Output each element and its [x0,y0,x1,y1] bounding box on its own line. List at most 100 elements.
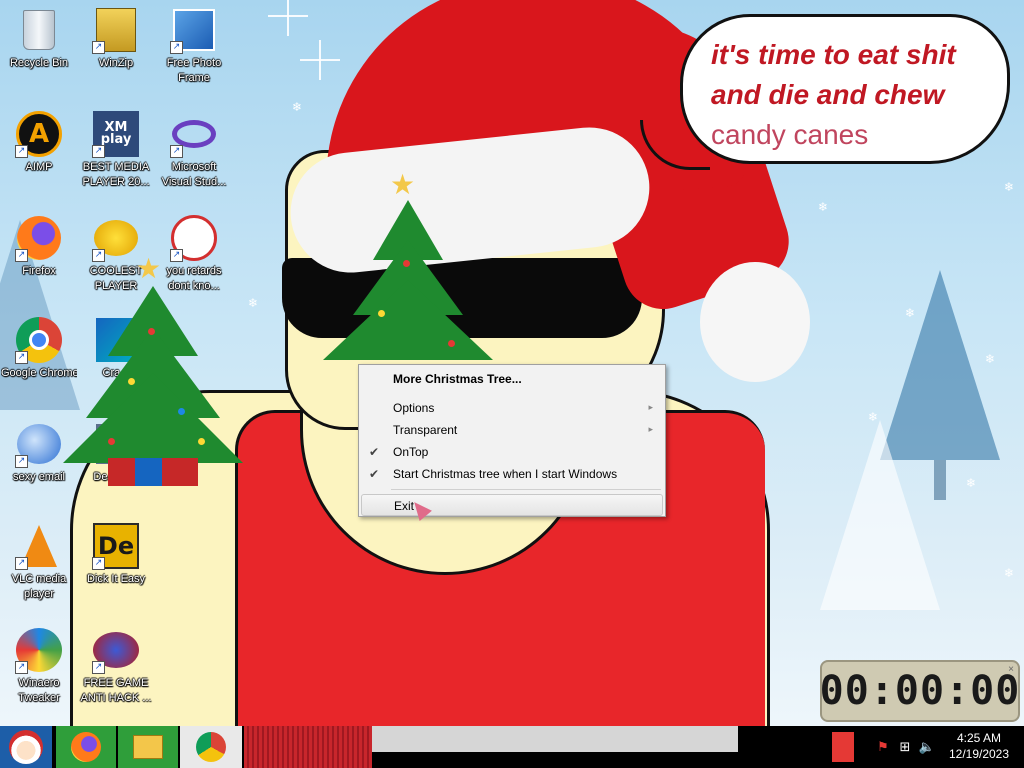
menu-item-label: Options [393,401,435,415]
menu-item-transparent[interactable]: Transparent ▸ [361,419,663,441]
christmas-tree-large[interactable]: ★ [58,252,248,488]
tray-red-indicator [832,732,854,762]
email-icon: ↗ [15,420,63,468]
desktop-icon-label: Dick It Easy [86,573,146,585]
start-button[interactable] [0,726,52,768]
desktop-icon-dick-it-easy[interactable]: De ↗ Dick It Easy [78,522,154,587]
snowflake-icon: ❄ [985,352,996,366]
firefox-icon: ↗ [15,214,63,262]
ornament [378,310,385,317]
tree-layer [323,280,493,360]
santa-start-icon [9,730,43,764]
desktop-icon-label: Recycle Bin [9,57,69,69]
desktop-icon-label: WinZip [98,57,134,69]
ornament [148,328,155,335]
shortcut-arrow-icon: ↗ [92,661,105,674]
winaero-icon: ↗ [15,626,63,674]
snowflake-icon: ❄ [1004,180,1015,194]
background-tree-trunk [934,460,946,500]
shortcut-arrow-icon: ↗ [92,41,105,54]
taskbar-running-app[interactable] [244,726,372,768]
desktop-icon-free-photo-frame[interactable]: ↗ Free Photo Frame [156,6,232,86]
de-icon: De ↗ [92,522,140,570]
shortcut-arrow-icon: ↗ [15,249,28,262]
spider-icon: ↗ [170,214,218,262]
menu-item-start-with-windows[interactable]: ✔ Start Christmas tree when I start Wind… [361,463,663,485]
desktop-icon-recycle-bin[interactable]: Recycle Bin [1,6,77,71]
snowflake-icon: ❄ [292,100,303,114]
volume-icon[interactable]: 🔈 [916,736,938,758]
sparkle-icon [268,0,308,36]
shortcut-arrow-icon: ↗ [15,661,28,674]
taskbar-clock[interactable]: 4:25 AM 12/19/2023 [940,730,1018,762]
desktop-icon-label: Free Photo Frame [166,57,222,84]
desktop-icon-label: FREE GAME ANTI HACK ... [80,677,152,704]
desktop-icon-winzip[interactable]: ↗ WinZip [78,6,154,71]
taskbar-empty-area [372,726,738,752]
menu-item-label: More Christmas Tree... [393,372,522,386]
taskbar-firefox[interactable] [56,726,116,768]
shortcut-arrow-icon: ↗ [170,41,183,54]
speech-line-2: and die and chew [711,79,945,110]
desktop[interactable]: ❄ ❄ ❄ ❄ ❄ ❄ ❄ ❄ ❄ ❄ ❄ ❄ ❄ ❄ ❄ ❄ ❄ ❄ ❄ it… [0,0,1024,726]
desktop-icon-aimp[interactable]: A ↗ AIMP [1,110,77,175]
checkmark-icon: ✔ [369,467,380,481]
menu-item-more-christmas-tree[interactable]: More Christmas Tree... [361,367,663,391]
winzip-icon: ↗ [92,6,140,54]
checkmark-icon: ✔ [369,445,380,459]
countdown-time: 00:00:00 [819,668,1021,714]
visual-studio-icon: ↗ [170,110,218,158]
menu-item-label: Start Christmas tree when I start Window… [393,467,618,481]
snowflake-icon: ❄ [248,296,259,310]
red-flag-icon[interactable]: ⚑ [872,736,894,758]
aimp-icon: A ↗ [15,110,63,158]
shortcut-arrow-icon: ↗ [15,145,28,158]
taskbar-chrome[interactable] [180,726,242,768]
snowflake-icon: ❄ [1004,566,1015,580]
chrome-icon: ↗ [15,316,63,364]
file-explorer-icon [133,735,163,759]
shortcut-arrow-icon: ↗ [15,351,28,364]
tree-context-menu: More Christmas Tree... Options ▸ Transpa… [358,364,666,517]
desktop-icon-label: VLC media player [11,573,67,600]
snowflake-icon: ❄ [966,476,977,490]
speech-line-3: candy canes [711,119,869,150]
shortcut-arrow-icon: ↗ [170,145,183,158]
taskbar: ⚑ ⊞ 🔈 4:25 AM 12/19/2023 [0,726,1024,768]
recycle-bin-icon [15,6,63,54]
menu-item-ontop[interactable]: ✔ OnTop [361,441,663,463]
coolest-player-icon: ↗ [92,214,140,262]
desktop-icon-label: BEST MEDIA PLAYER 20... [82,161,150,188]
snowflake-icon: ❄ [818,200,829,214]
taskbar-file-explorer[interactable] [118,726,178,768]
shortcut-arrow-icon: ↗ [15,557,28,570]
star-icon: ★ [136,252,162,285]
countdown-widget[interactable]: 00:00:00 × [820,660,1020,722]
speech-bubble: it's time to eat shit and die and chew c… [680,14,1010,164]
christmas-tree-small[interactable]: ★ [318,168,498,370]
santa-hat-pompom [700,262,810,382]
submenu-arrow-icon: ▸ [648,425,653,435]
menu-item-options[interactable]: Options ▸ [361,397,663,419]
close-icon[interactable]: × [1008,664,1014,675]
clock-date: 12/19/2023 [948,747,1010,761]
shortcut-arrow-icon: ↗ [92,557,105,570]
menu-item-exit[interactable]: Exit [361,494,663,516]
desktop-icon-label: AIMP [25,161,53,173]
desktop-icon-best-media-player[interactable]: XM play ↗ BEST MEDIA PLAYER 20... [78,110,154,190]
desktop-icon-label: Microsoft Visual Stud... [161,161,227,188]
desktop-icon-free-game-anti-hack[interactable]: ↗ FREE GAME ANTI HACK ... [78,626,154,706]
desktop-icon-visual-studio[interactable]: ↗ Microsoft Visual Stud... [156,110,232,190]
ornament [403,260,410,267]
ornament [448,340,455,347]
menu-item-label: OnTop [393,445,429,459]
network-icon[interactable]: ⊞ [894,736,916,758]
menu-item-label: Transparent [393,423,458,437]
snowflake-icon: ❄ [905,306,916,320]
desktop-icon-winaero-tweaker[interactable]: ↗ Winaero Tweaker [1,626,77,706]
gift-boxes [108,458,198,486]
photo-frame-icon: ↗ [170,6,218,54]
desktop-icon-vlc[interactable]: ↗ VLC media player [1,522,77,602]
shortcut-arrow-icon: ↗ [15,455,28,468]
clock-time: 4:25 AM [956,731,1002,745]
